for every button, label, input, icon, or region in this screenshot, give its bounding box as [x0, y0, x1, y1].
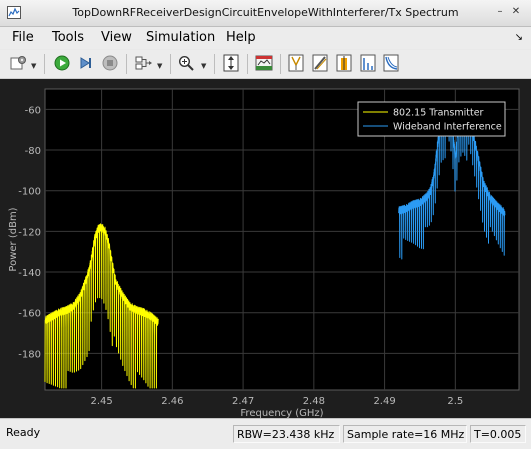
y-tick-label: -180 — [18, 349, 41, 360]
toolbar-separator — [280, 54, 281, 74]
distortion-measurements-icon[interactable] — [358, 53, 378, 73]
minimize-icon[interactable]: – — [495, 7, 505, 17]
legend-label-tx: 802.15 Transmitter — [393, 108, 484, 119]
x-tick-label: 2.49 — [373, 396, 395, 407]
x-tick-label: 2.5 — [447, 396, 463, 407]
stop-icon[interactable] — [100, 53, 120, 73]
toolbar: ▼ ▼ ▼ — [0, 50, 531, 79]
status-rbw: RBW=23.438 kHz — [233, 425, 340, 443]
x-tick-label: 2.48 — [303, 396, 325, 407]
menu-bar: File Tools View Simulation Help ↘ — [0, 27, 531, 49]
spectrum-settings-icon[interactable] — [254, 53, 274, 73]
y-tick-label: -80 — [25, 146, 41, 157]
settings-icon[interactable] — [8, 53, 28, 73]
title-bar: TopDownRFReceiverDesignCircuitEnvelopeWi… — [0, 0, 531, 27]
y-tick-label: -160 — [18, 309, 41, 320]
window-title: TopDownRFReceiverDesignCircuitEnvelopeWi… — [72, 6, 459, 19]
y-tick-label: -60 — [25, 105, 41, 116]
toolbar-separator — [214, 54, 215, 74]
toolbar-separator — [247, 54, 248, 74]
legend[interactable]: 802.15 Transmitter Wideband Interference — [357, 101, 506, 137]
menu-view[interactable]: View — [101, 30, 132, 45]
menu-simulation[interactable]: Simulation — [146, 30, 215, 45]
spectrum-plot[interactable]: 2.45 2.46 2.47 2.48 2.49 2.5 -60 -80 -100 -120 -14… — [0, 79, 531, 418]
settings-dropdown-icon[interactable]: ▼ — [31, 62, 36, 70]
menu-help[interactable]: Help — [226, 30, 256, 45]
signal-dropdown-icon[interactable]: ▼ — [157, 62, 162, 70]
zoom-icon[interactable] — [176, 53, 196, 73]
scale-axes-icon[interactable] — [221, 53, 241, 73]
menu-file[interactable]: File — [12, 30, 34, 45]
status-ready: Ready — [6, 426, 41, 439]
x-tick-label: 2.47 — [232, 396, 254, 407]
step-forward-icon[interactable] — [76, 53, 96, 73]
toolbar-separator — [126, 54, 127, 74]
channel-measurements-icon[interactable] — [334, 53, 354, 73]
run-icon[interactable] — [52, 53, 72, 73]
cursor-icon[interactable] — [286, 53, 306, 73]
spectrum-chart: 2.45 2.46 2.47 2.48 2.49 2.5 -60 -80 -100 -120 -14… — [8, 88, 520, 418]
dock-arrow-icon[interactable]: ↘ — [515, 32, 523, 43]
peak-finder-icon[interactable] — [310, 53, 330, 73]
status-bar: Ready RBW=23.438 kHz Sample rate=16 MHz … — [0, 418, 531, 449]
x-axis-label: Frequency (GHz) — [240, 408, 323, 418]
y-tick-label: -140 — [18, 268, 41, 279]
toolbar-separator — [44, 54, 45, 74]
x-tick-label: 2.45 — [90, 396, 112, 407]
ccdf-icon[interactable] — [381, 53, 401, 73]
menu-tools[interactable]: Tools — [52, 30, 84, 45]
legend-label-wideband: Wideband Interference — [393, 122, 502, 133]
zoom-dropdown-icon[interactable]: ▼ — [201, 62, 206, 70]
status-time: T=0.005 — [470, 425, 526, 443]
signal-select-icon[interactable] — [134, 53, 154, 73]
y-axis-label: Power (dBm) — [8, 207, 19, 271]
y-tick-label: -100 — [18, 187, 41, 198]
close-icon[interactable]: ✕ — [511, 7, 521, 17]
y-tick-label: -120 — [18, 227, 41, 238]
status-sample-rate: Sample rate=16 MHz — [343, 425, 467, 443]
x-tick-label: 2.46 — [161, 396, 183, 407]
toolbar-separator — [170, 54, 171, 74]
